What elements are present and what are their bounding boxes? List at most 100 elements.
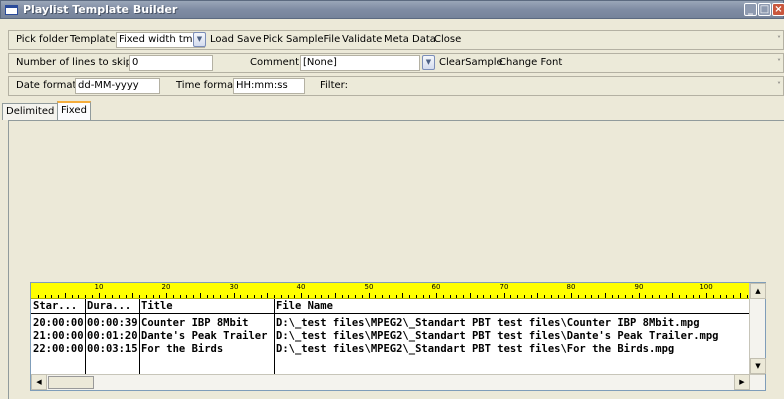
toolbar-options: Number of lines to skip: 0 Comment: [Non…	[8, 53, 784, 73]
meta-data-button[interactable]: Meta Data	[384, 34, 436, 45]
ruler-tick	[119, 295, 120, 298]
scroll-up-button[interactable]: ▲	[750, 283, 766, 299]
ruler-tick	[423, 295, 424, 298]
skip-lines-input[interactable]: 0	[129, 55, 213, 71]
comment-dropdown-button[interactable]: ▼	[422, 55, 435, 70]
ruler-tick	[706, 293, 707, 298]
change-font-button[interactable]: Change Font	[499, 57, 562, 68]
template-dropdown-button[interactable]: ▼	[193, 32, 206, 47]
horizontal-scroll-thumb[interactable]	[48, 376, 94, 389]
ruler-tick	[72, 295, 73, 298]
comment-select[interactable]: [None]	[300, 55, 420, 71]
skip-lines-label: Number of lines to skip:	[16, 57, 136, 68]
ruler-tick	[720, 295, 721, 298]
ruler-tick	[126, 295, 127, 298]
ruler-tick	[497, 295, 498, 298]
ruler-tick	[416, 295, 417, 298]
ruler-tick	[58, 295, 59, 298]
column-header-duration[interactable]: Dura...	[87, 300, 131, 313]
fixed-width-grid[interactable]: 10 20 30 40 50 60 70 80 90 100 Star... Dura... Ti…	[30, 282, 766, 391]
sample-grid[interactable]: Star... Dura... Title File Name 20:00:00…	[31, 299, 749, 374]
ruler-tick	[672, 293, 673, 298]
title-bar: Playlist Template Builder _ □ ×	[0, 0, 784, 19]
ruler-tick	[342, 295, 343, 298]
ruler-tick	[213, 295, 214, 298]
sample-file-button[interactable]: SampleFile	[286, 34, 340, 45]
tab-strip: Delimited Fixed	[0, 84, 784, 121]
column-header-title[interactable]: Title	[141, 300, 173, 313]
chevron-down-icon: ▼	[425, 58, 432, 66]
ruler-tick	[659, 295, 660, 298]
close-window-button[interactable]: ×	[772, 3, 784, 16]
maximize-button[interactable]: □	[758, 3, 771, 16]
window-icon	[5, 5, 18, 15]
ruler-number: 100	[699, 283, 713, 291]
column-ruler[interactable]: 10 20 30 40 50 60 70 80 90 100	[31, 283, 749, 299]
toolbar-grip-icon[interactable]: ˅	[775, 54, 783, 72]
ruler-tick	[166, 293, 167, 298]
cell-title: Counter IBP 8Mbit	[141, 317, 249, 329]
ruler-number: 90	[634, 283, 644, 291]
ruler-tick	[578, 295, 579, 298]
arrow-right-icon: ▶	[739, 378, 745, 386]
column-header-file-name[interactable]: File Name	[276, 300, 333, 313]
ruler-tick	[294, 295, 295, 298]
ruler-tick	[308, 295, 309, 298]
ruler-tick	[369, 293, 370, 298]
ruler-tick	[429, 295, 430, 298]
ruler-tick	[402, 293, 403, 298]
ruler-tick	[477, 295, 478, 298]
ruler-tick	[105, 295, 106, 298]
ruler-tick	[598, 295, 599, 298]
tab-fixed[interactable]: Fixed	[57, 101, 91, 121]
ruler-tick	[409, 295, 410, 298]
ruler-tick	[315, 295, 316, 298]
ruler-number: 10	[94, 283, 104, 291]
ruler-tick	[463, 295, 464, 298]
minimize-button[interactable]: _	[744, 3, 757, 16]
cell-duration: 00:00:39	[87, 317, 138, 329]
scroll-left-button[interactable]: ◀	[31, 374, 47, 390]
arrow-down-icon: ▼	[755, 362, 761, 370]
ruler-tick	[713, 295, 714, 298]
column-divider[interactable]	[85, 299, 86, 374]
template-select[interactable]: Fixed width tmpl	[116, 32, 205, 48]
cell-file-name: D:\_test files\MPEG2\_Standart PBT test …	[276, 330, 719, 342]
validate-button[interactable]: Validate	[342, 34, 382, 45]
ruler-tick	[65, 293, 66, 298]
column-divider[interactable]	[139, 299, 140, 374]
load-button[interactable]: Load	[210, 34, 234, 45]
arrow-left-icon: ◀	[36, 378, 42, 386]
column-divider[interactable]	[274, 299, 275, 374]
save-button[interactable]: Save	[237, 34, 262, 45]
ruler-tick	[679, 295, 680, 298]
ruler-tick	[510, 295, 511, 298]
ruler-number: 80	[566, 283, 576, 291]
ruler-tick	[261, 295, 262, 298]
ruler-tick	[652, 295, 653, 298]
ruler-tick	[740, 293, 741, 298]
vertical-scrollbar[interactable]: ▲ ▼	[749, 283, 766, 374]
ruler-tick	[267, 293, 268, 298]
scroll-right-button[interactable]: ▶	[734, 374, 750, 390]
header-divider	[31, 313, 749, 314]
ruler-tick	[747, 295, 748, 298]
ruler-tick	[51, 295, 52, 298]
toolbar-grip-icon[interactable]: ˅	[775, 31, 783, 49]
ruler-tick	[443, 295, 444, 298]
close-button[interactable]: Close	[434, 34, 461, 45]
ruler-tick	[240, 295, 241, 298]
ruler-tick	[470, 293, 471, 298]
ruler-tick	[375, 295, 376, 298]
ruler-tick	[207, 295, 208, 298]
scroll-down-button[interactable]: ▼	[750, 358, 766, 374]
clear-sample-button[interactable]: ClearSample	[439, 57, 503, 68]
column-header-start[interactable]: Star...	[33, 300, 77, 313]
ruler-tick	[612, 295, 613, 298]
horizontal-scrollbar[interactable]: ◀ ▶	[31, 374, 765, 390]
ruler-tick	[733, 295, 734, 298]
tab-delimited[interactable]: Delimited	[2, 103, 59, 120]
pick-button[interactable]: Pick	[263, 34, 283, 45]
ruler-tick	[99, 293, 100, 298]
pick-folder-button[interactable]: Pick folder	[16, 34, 68, 45]
